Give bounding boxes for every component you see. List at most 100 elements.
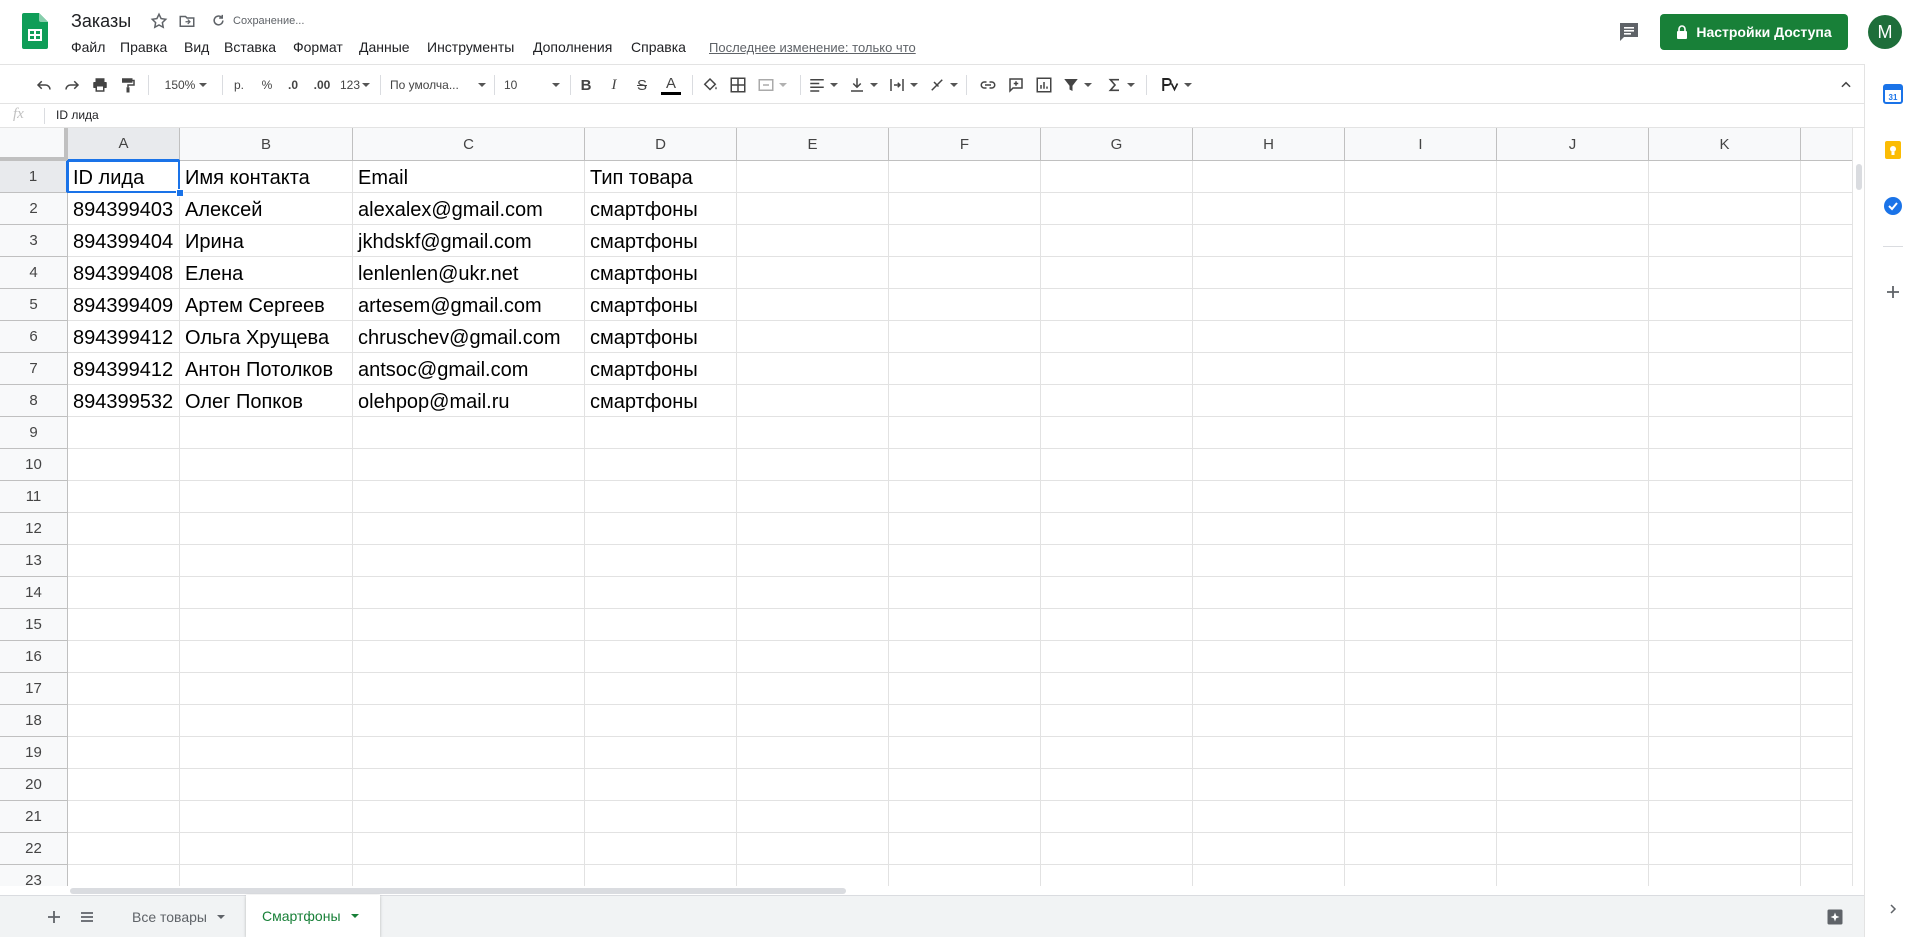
cell-h18[interactable] [1193, 705, 1345, 737]
paint-format-icon[interactable] [116, 73, 140, 97]
cell-i8[interactable] [1345, 385, 1497, 417]
cell-k2[interactable] [1649, 193, 1801, 225]
cell-a12[interactable] [68, 513, 180, 545]
cell-i19[interactable] [1345, 737, 1497, 769]
cell-d18[interactable] [585, 705, 737, 737]
cell-d11[interactable] [585, 481, 737, 513]
currency-format-button[interactable]: р. [228, 73, 250, 97]
cell-b17[interactable] [180, 673, 353, 705]
column-header-e[interactable]: E [737, 128, 889, 161]
formula-input[interactable]: ID лида [56, 108, 99, 122]
insert-chart-icon[interactable] [1032, 73, 1056, 97]
cell-g16[interactable] [1041, 641, 1193, 673]
cell-b8[interactable]: Олег Попков [180, 385, 353, 417]
cell-h14[interactable] [1193, 577, 1345, 609]
cell-i12[interactable] [1345, 513, 1497, 545]
cell-i5[interactable] [1345, 289, 1497, 321]
cell-g11[interactable] [1041, 481, 1193, 513]
cell-g20[interactable] [1041, 769, 1193, 801]
cell-f2[interactable] [889, 193, 1041, 225]
cell-g6[interactable] [1041, 321, 1193, 353]
cell-d1[interactable]: Тип товара [585, 161, 737, 193]
cell-b14[interactable] [180, 577, 353, 609]
cell-d14[interactable] [585, 577, 737, 609]
cell-j14[interactable] [1497, 577, 1649, 609]
cell-c9[interactable] [353, 417, 585, 449]
cell-i20[interactable] [1345, 769, 1497, 801]
cell-a10[interactable] [68, 449, 180, 481]
cell-h1[interactable] [1193, 161, 1345, 193]
cell-f10[interactable] [889, 449, 1041, 481]
cell-a17[interactable] [68, 673, 180, 705]
insert-link-icon[interactable] [976, 73, 1000, 97]
star-icon[interactable] [150, 12, 168, 30]
row-header-1[interactable]: 1 [0, 161, 68, 193]
cell-f18[interactable] [889, 705, 1041, 737]
cell-e15[interactable] [737, 609, 889, 641]
row-header-23[interactable]: 23 [0, 865, 68, 886]
cell-f22[interactable] [889, 833, 1041, 865]
menu-help[interactable]: Справка [631, 39, 686, 55]
row-header-14[interactable]: 14 [0, 577, 68, 609]
cell-c1[interactable]: Email [353, 161, 585, 193]
cell-h11[interactable] [1193, 481, 1345, 513]
cell-j11[interactable] [1497, 481, 1649, 513]
cell-j21[interactable] [1497, 801, 1649, 833]
filter-icon[interactable] [1060, 73, 1094, 97]
cell-k9[interactable] [1649, 417, 1801, 449]
cell-g21[interactable] [1041, 801, 1193, 833]
cell-c22[interactable] [353, 833, 585, 865]
cell-a5[interactable]: 894399409 [68, 289, 180, 321]
cell-f21[interactable] [889, 801, 1041, 833]
cell-e5[interactable] [737, 289, 889, 321]
cell-f1[interactable] [889, 161, 1041, 193]
calendar-icon[interactable]: 31 [1883, 84, 1903, 104]
font-select[interactable]: По умолча... [390, 73, 486, 97]
cell-i11[interactable] [1345, 481, 1497, 513]
cell-e23[interactable] [737, 865, 889, 886]
cell-b4[interactable]: Елена [180, 257, 353, 289]
cell-k7[interactable] [1649, 353, 1801, 385]
cell-f15[interactable] [889, 609, 1041, 641]
cell-i22[interactable] [1345, 833, 1497, 865]
cell-k6[interactable] [1649, 321, 1801, 353]
horizontal-scroll-thumb[interactable] [70, 888, 846, 894]
cell-e17[interactable] [737, 673, 889, 705]
row-header-8[interactable]: 8 [0, 385, 68, 417]
cell-h2[interactable] [1193, 193, 1345, 225]
cell-c20[interactable] [353, 769, 585, 801]
cell-b13[interactable] [180, 545, 353, 577]
cell-d20[interactable] [585, 769, 737, 801]
cell-j5[interactable] [1497, 289, 1649, 321]
cell-f16[interactable] [889, 641, 1041, 673]
input-tools-icon[interactable] [1156, 73, 1196, 97]
cell-k8[interactable] [1649, 385, 1801, 417]
cell-i4[interactable] [1345, 257, 1497, 289]
cell-h23[interactable] [1193, 865, 1345, 886]
cell-d2[interactable]: смартфоны [585, 193, 737, 225]
cell-a4[interactable]: 894399408 [68, 257, 180, 289]
cell-c10[interactable] [353, 449, 585, 481]
cell-b9[interactable] [180, 417, 353, 449]
cell-d5[interactable]: смартфоны [585, 289, 737, 321]
cell-d15[interactable] [585, 609, 737, 641]
cell-j6[interactable] [1497, 321, 1649, 353]
cell-i17[interactable] [1345, 673, 1497, 705]
sheet-tab-all-products[interactable]: Все товары [116, 896, 244, 937]
column-header-c[interactable]: C [353, 128, 585, 161]
move-folder-icon[interactable] [178, 12, 196, 30]
cell-g2[interactable] [1041, 193, 1193, 225]
cell-k19[interactable] [1649, 737, 1801, 769]
cell-k20[interactable] [1649, 769, 1801, 801]
cell-a22[interactable] [68, 833, 180, 865]
cell-e18[interactable] [737, 705, 889, 737]
cell-e20[interactable] [737, 769, 889, 801]
cell-h12[interactable] [1193, 513, 1345, 545]
cell-c23[interactable] [353, 865, 585, 886]
cell-g3[interactable] [1041, 225, 1193, 257]
cell-g10[interactable] [1041, 449, 1193, 481]
row-header-22[interactable]: 22 [0, 833, 68, 865]
cell-b7[interactable]: Антон Потолков [180, 353, 353, 385]
cell-f5[interactable] [889, 289, 1041, 321]
cell-b22[interactable] [180, 833, 353, 865]
